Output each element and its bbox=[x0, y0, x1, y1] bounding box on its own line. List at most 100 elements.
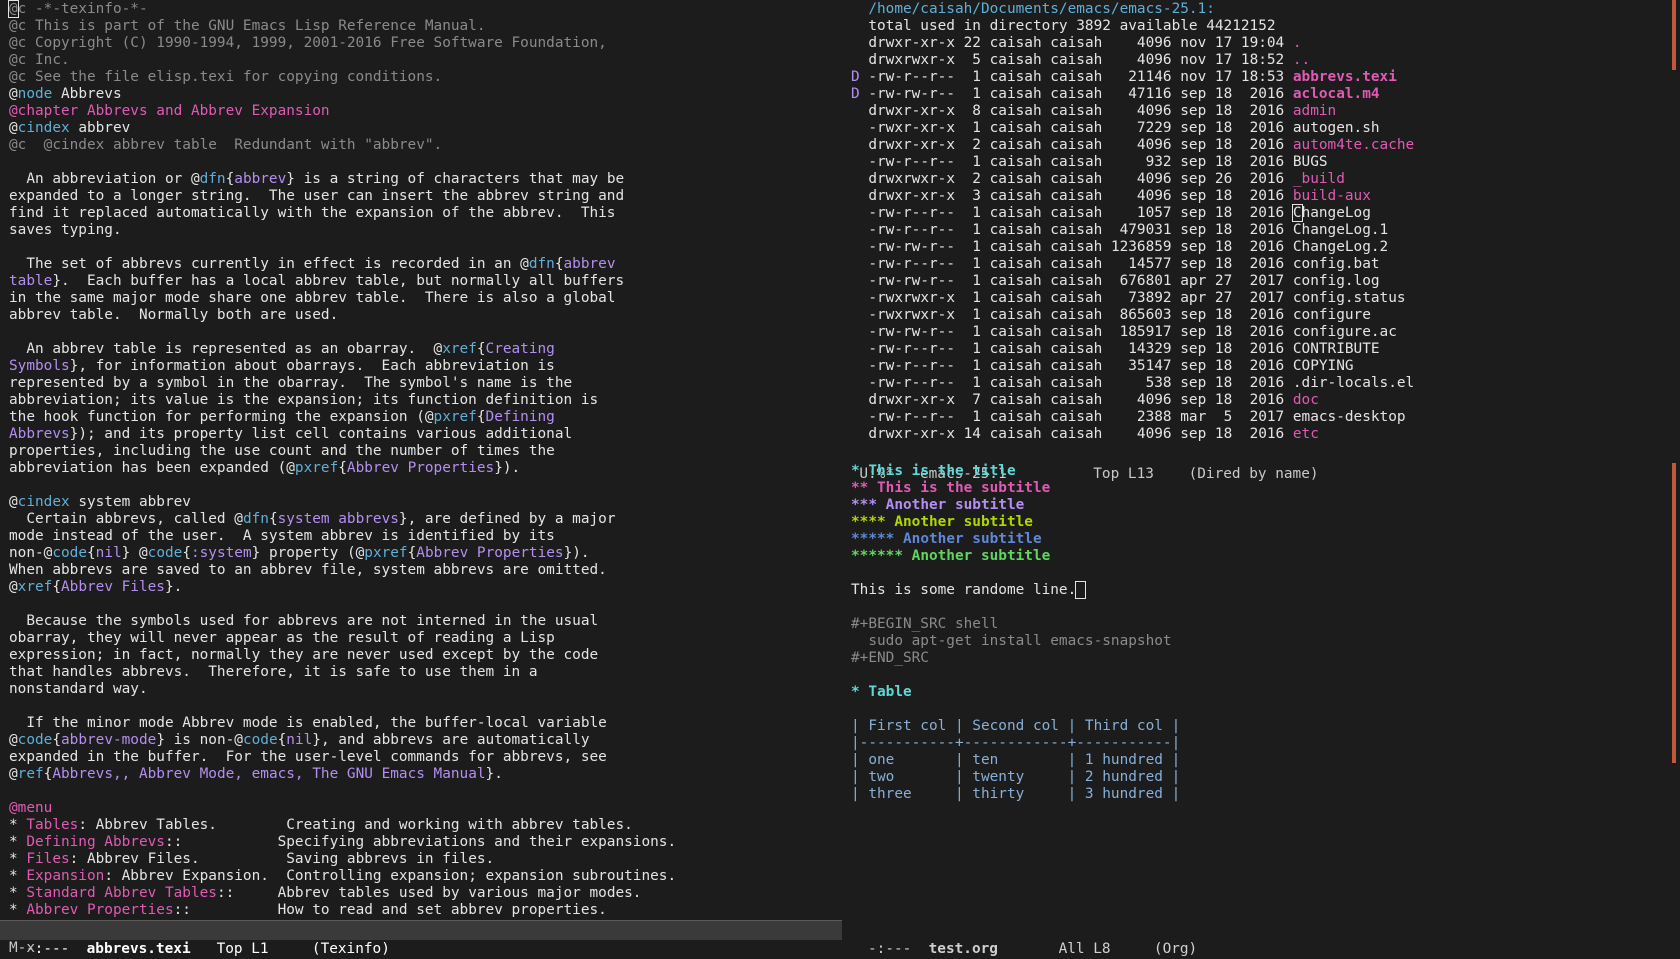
texinfo-line[interactable]: expanded to a longer string. The user ca… bbox=[9, 188, 842, 205]
org-table-row[interactable]: | three | thirty | 3 hundred | bbox=[851, 786, 1680, 803]
dired-filename[interactable]: autogen.sh bbox=[1293, 120, 1380, 136]
dired-entry[interactable]: drwxr-xr-x 7 caisah caisah 4096 sep 18 2… bbox=[851, 392, 1680, 409]
texinfo-window[interactable]: @c -*-texinfo-*- @c This is part of the G… bbox=[0, 0, 842, 920]
dired-entry[interactable]: drwxrwxr-x 2 caisah caisah 4096 sep 26 2… bbox=[851, 171, 1680, 188]
texinfo-line[interactable]: An abbreviation or @dfn{abbrev} is a str… bbox=[9, 171, 842, 188]
texinfo-line[interactable]: in the same major mode share one abbrev … bbox=[9, 290, 842, 307]
minibuffer-prompt[interactable]: M-x bbox=[9, 940, 35, 956]
dired-filename[interactable]: configure.ac bbox=[1293, 324, 1397, 340]
texinfo-line[interactable] bbox=[9, 154, 842, 171]
dired-entry[interactable]: -rw-r--r-- 1 caisah caisah 2388 mar 5 20… bbox=[851, 409, 1680, 426]
texinfo-line[interactable]: @node Abbrevs bbox=[9, 86, 842, 103]
texinfo-line[interactable]: @c -*-texinfo-*- bbox=[8, 0, 842, 18]
dired-filename[interactable]: CONTRIBUTE bbox=[1293, 341, 1380, 357]
org-heading[interactable]: ***** Another subtitle bbox=[851, 531, 1680, 548]
dired-filename[interactable]: config.bat bbox=[1293, 256, 1380, 272]
dired-filename[interactable]: build-aux bbox=[1293, 188, 1371, 204]
org-text-line[interactable]: This is some randome line.​ bbox=[851, 581, 1680, 599]
texinfo-line[interactable]: * Defining Abbrevs:: Specifying abbrevia… bbox=[9, 834, 842, 851]
dired-filename[interactable]: configure bbox=[1293, 307, 1371, 323]
dired-entry[interactable]: -rw-r--r-- 1 caisah caisah 35147 sep 18 … bbox=[851, 358, 1680, 375]
texinfo-line[interactable] bbox=[9, 239, 842, 256]
dired-entry[interactable]: drwxr-xr-x 22 caisah caisah 4096 nov 17 … bbox=[851, 35, 1680, 52]
texinfo-line[interactable] bbox=[9, 324, 842, 341]
dired-filename[interactable]: doc bbox=[1293, 392, 1319, 408]
texinfo-line[interactable]: properties, including the use count and … bbox=[9, 443, 842, 460]
texinfo-line[interactable]: saves typing. bbox=[9, 222, 842, 239]
texinfo-line[interactable]: nonstandard way. bbox=[9, 681, 842, 698]
org-heading[interactable]: ****** Another subtitle bbox=[851, 548, 1680, 565]
texinfo-line[interactable]: @cindex abbrev bbox=[9, 120, 842, 137]
dired-filename[interactable]: autom4te.cache bbox=[1293, 137, 1414, 153]
org-table-row[interactable]: | two | twenty | 2 hundred | bbox=[851, 769, 1680, 786]
org-heading[interactable]: * This is the title bbox=[851, 463, 1680, 480]
texinfo-line[interactable]: find it replaced automatically with the … bbox=[9, 205, 842, 222]
org-heading-list[interactable]: * This is the title ** This is the subtit… bbox=[851, 463, 1680, 565]
dired-filename[interactable]: .dir-locals.el bbox=[1293, 375, 1414, 391]
dired-buffer[interactable]: /home/caisah/Documents/emacs/emacs-25.1:… bbox=[842, 0, 1680, 443]
texinfo-line[interactable]: * Tables: Abbrev Tables. Creating and wo… bbox=[9, 817, 842, 834]
dired-entry[interactable]: D -rw-rw-r-- 1 caisah caisah 47116 sep 1… bbox=[851, 86, 1680, 103]
dired-filename[interactable]: ChangeLog bbox=[1291, 204, 1371, 222]
texinfo-line[interactable]: Symbols}, for information about obarrays… bbox=[9, 358, 842, 375]
dired-entry[interactable]: -rw-r--r-- 1 caisah caisah 479031 sep 18… bbox=[851, 222, 1680, 239]
texinfo-line[interactable]: obarray, they will never appear as the r… bbox=[9, 630, 842, 647]
texinfo-line[interactable]: the hook function for performing the exp… bbox=[9, 409, 842, 426]
dired-entry[interactable]: -rw-r--r-- 1 caisah caisah 932 sep 18 20… bbox=[851, 154, 1680, 171]
dired-filename[interactable]: _build bbox=[1293, 171, 1345, 187]
org-heading[interactable]: *** Another subtitle bbox=[851, 497, 1680, 514]
dired-entry[interactable]: drwxrwxr-x 5 caisah caisah 4096 nov 17 1… bbox=[851, 52, 1680, 69]
dired-filename[interactable]: config.status bbox=[1293, 290, 1406, 306]
texinfo-line[interactable] bbox=[9, 783, 842, 800]
dired-entry[interactable]: drwxr-xr-x 2 caisah caisah 4096 sep 18 2… bbox=[851, 137, 1680, 154]
dired-filename[interactable]: emacs-desktop bbox=[1293, 409, 1406, 425]
texinfo-line[interactable]: represented by a symbol in the obarray. … bbox=[9, 375, 842, 392]
texinfo-line[interactable]: The set of abbrevs currently in effect i… bbox=[9, 256, 842, 273]
dired-filename[interactable]: etc bbox=[1293, 426, 1319, 442]
texinfo-buffer-text[interactable]: @c -*-texinfo-*- @c This is part of the G… bbox=[0, 0, 842, 919]
texinfo-line[interactable]: non-@code{nil} @code{:system} property (… bbox=[9, 545, 842, 562]
dired-entry[interactable]: -rw-r--r-- 1 caisah caisah 14577 sep 18 … bbox=[851, 256, 1680, 273]
dired-filename[interactable]: . bbox=[1293, 35, 1302, 51]
org-heading[interactable]: ** This is the subtitle bbox=[851, 480, 1680, 497]
dired-filename[interactable]: BUGS bbox=[1293, 154, 1328, 170]
texinfo-line[interactable]: expression; in fact, normally they are n… bbox=[9, 647, 842, 664]
texinfo-line[interactable]: @c Inc. bbox=[9, 52, 842, 69]
org-table-row[interactable]: | one | ten | 1 hundred | bbox=[851, 752, 1680, 769]
dired-entry[interactable]: -rw-rw-r-- 1 caisah caisah 676801 apr 27… bbox=[851, 273, 1680, 290]
dired-window[interactable]: /home/caisah/Documents/emacs/emacs-25.1:… bbox=[842, 0, 1680, 446]
mode-line-major-mode[interactable]: (Texinfo) bbox=[312, 941, 390, 957]
mode-line-major-mode[interactable]: (Org) bbox=[1154, 941, 1197, 957]
texinfo-line[interactable] bbox=[9, 698, 842, 715]
dired-entry[interactable]: drwxr-xr-x 14 caisah caisah 4096 sep 18 … bbox=[851, 426, 1680, 443]
texinfo-line[interactable]: @cindex system abbrev bbox=[9, 494, 842, 511]
org-table-header[interactable]: | First col | Second col | Third col | bbox=[851, 718, 1680, 735]
org-buffer[interactable]: * This is the title ** This is the subtit… bbox=[842, 463, 1680, 803]
texinfo-line[interactable]: that handles abbrevs. Therefore, it is s… bbox=[9, 664, 842, 681]
texinfo-line[interactable]: expanded in the buffer. For the user-lev… bbox=[9, 749, 842, 766]
texinfo-line[interactable]: Abbrevs}); and its property list cell co… bbox=[9, 426, 842, 443]
dired-entry[interactable]: -rwxr-xr-x 1 caisah caisah 7229 sep 18 2… bbox=[851, 120, 1680, 137]
texinfo-line[interactable]: @chapter Abbrevs and Abbrev Expansion bbox=[9, 103, 842, 120]
dired-scrollbar[interactable] bbox=[1672, 0, 1676, 70]
texinfo-line[interactable]: * Files: Abbrev Files. Saving abbrevs in… bbox=[9, 851, 842, 868]
mode-line-buffer-name[interactable]: test.org bbox=[929, 941, 998, 957]
texinfo-line[interactable]: * Standard Abbrev Tables:: Abbrev tables… bbox=[9, 885, 842, 902]
dired-entry[interactable]: -rw-rw-r-- 1 caisah caisah 185917 sep 18… bbox=[851, 324, 1680, 341]
dired-entry[interactable]: drwxr-xr-x 3 caisah caisah 4096 sep 18 2… bbox=[851, 188, 1680, 205]
mode-line-buffer-name[interactable]: abbrevs.texi bbox=[87, 941, 191, 957]
dired-entry[interactable]: -rw-r--r-- 1 caisah caisah 14329 sep 18 … bbox=[851, 341, 1680, 358]
texinfo-line[interactable] bbox=[9, 477, 842, 494]
texinfo-line[interactable]: @c @cindex abbrev table Redundant with "… bbox=[9, 137, 842, 154]
texinfo-line[interactable]: When abbrevs are saved to an abbrev file… bbox=[9, 562, 842, 579]
texinfo-line[interactable]: abbreviation has been expanded (@pxref{A… bbox=[9, 460, 842, 477]
texinfo-line[interactable]: Because the symbols used for abbrevs are… bbox=[9, 613, 842, 630]
dired-entry[interactable]: -rwxrwxr-x 1 caisah caisah 73892 apr 27 … bbox=[851, 290, 1680, 307]
texinfo-line[interactable]: @c This is part of the GNU Emacs Lisp Re… bbox=[9, 18, 842, 35]
dired-filename[interactable]: config.log bbox=[1293, 273, 1380, 289]
dired-directory-header[interactable]: /home/caisah/Documents/emacs/emacs-25.1: bbox=[851, 1, 1680, 18]
texinfo-line[interactable]: @xref{Abbrev Files}. bbox=[9, 579, 842, 596]
texinfo-line[interactable]: @c See the file elisp.texi for copying c… bbox=[9, 69, 842, 86]
texinfo-line[interactable]: @menu bbox=[9, 800, 842, 817]
dired-filename[interactable]: abbrevs.texi bbox=[1293, 69, 1397, 85]
